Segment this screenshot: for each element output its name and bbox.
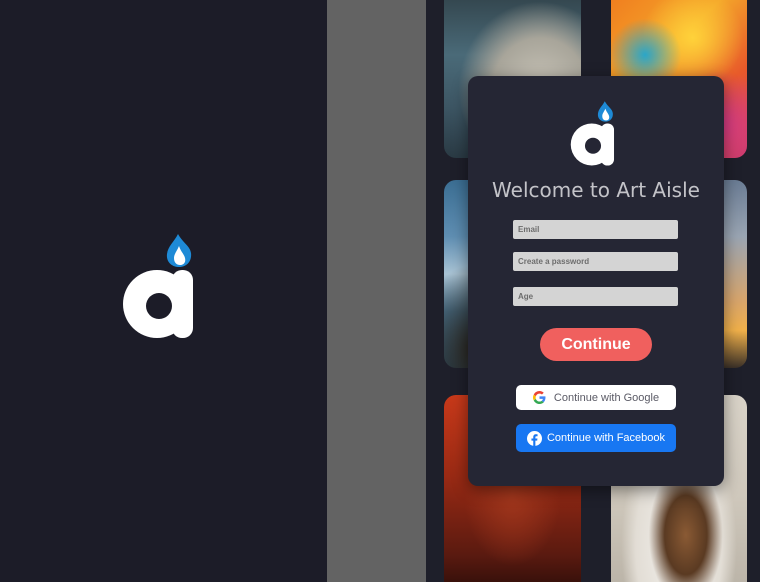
continue-button[interactable]: Continue bbox=[540, 328, 652, 361]
facebook-button-label: Continue with Facebook bbox=[546, 432, 665, 444]
google-button-label: Continue with Google bbox=[553, 391, 660, 404]
facebook-icon bbox=[526, 430, 542, 446]
password-field[interactable] bbox=[513, 252, 678, 271]
continue-with-facebook-button[interactable]: Continue with Facebook bbox=[516, 424, 676, 452]
signup-card: Welcome to Art Aisle Continue Continue w… bbox=[468, 76, 724, 486]
google-g-icon bbox=[532, 391, 546, 404]
email-field[interactable] bbox=[513, 220, 678, 239]
left-brand-panel bbox=[0, 0, 327, 582]
art-aisle-logo-icon bbox=[123, 234, 193, 338]
page-title: Welcome to Art Aisle bbox=[492, 178, 700, 202]
continue-with-google-button[interactable]: Continue with Google bbox=[516, 385, 676, 410]
age-field[interactable] bbox=[513, 287, 678, 306]
divider-panel bbox=[327, 0, 426, 582]
art-aisle-logo-icon bbox=[570, 101, 615, 166]
